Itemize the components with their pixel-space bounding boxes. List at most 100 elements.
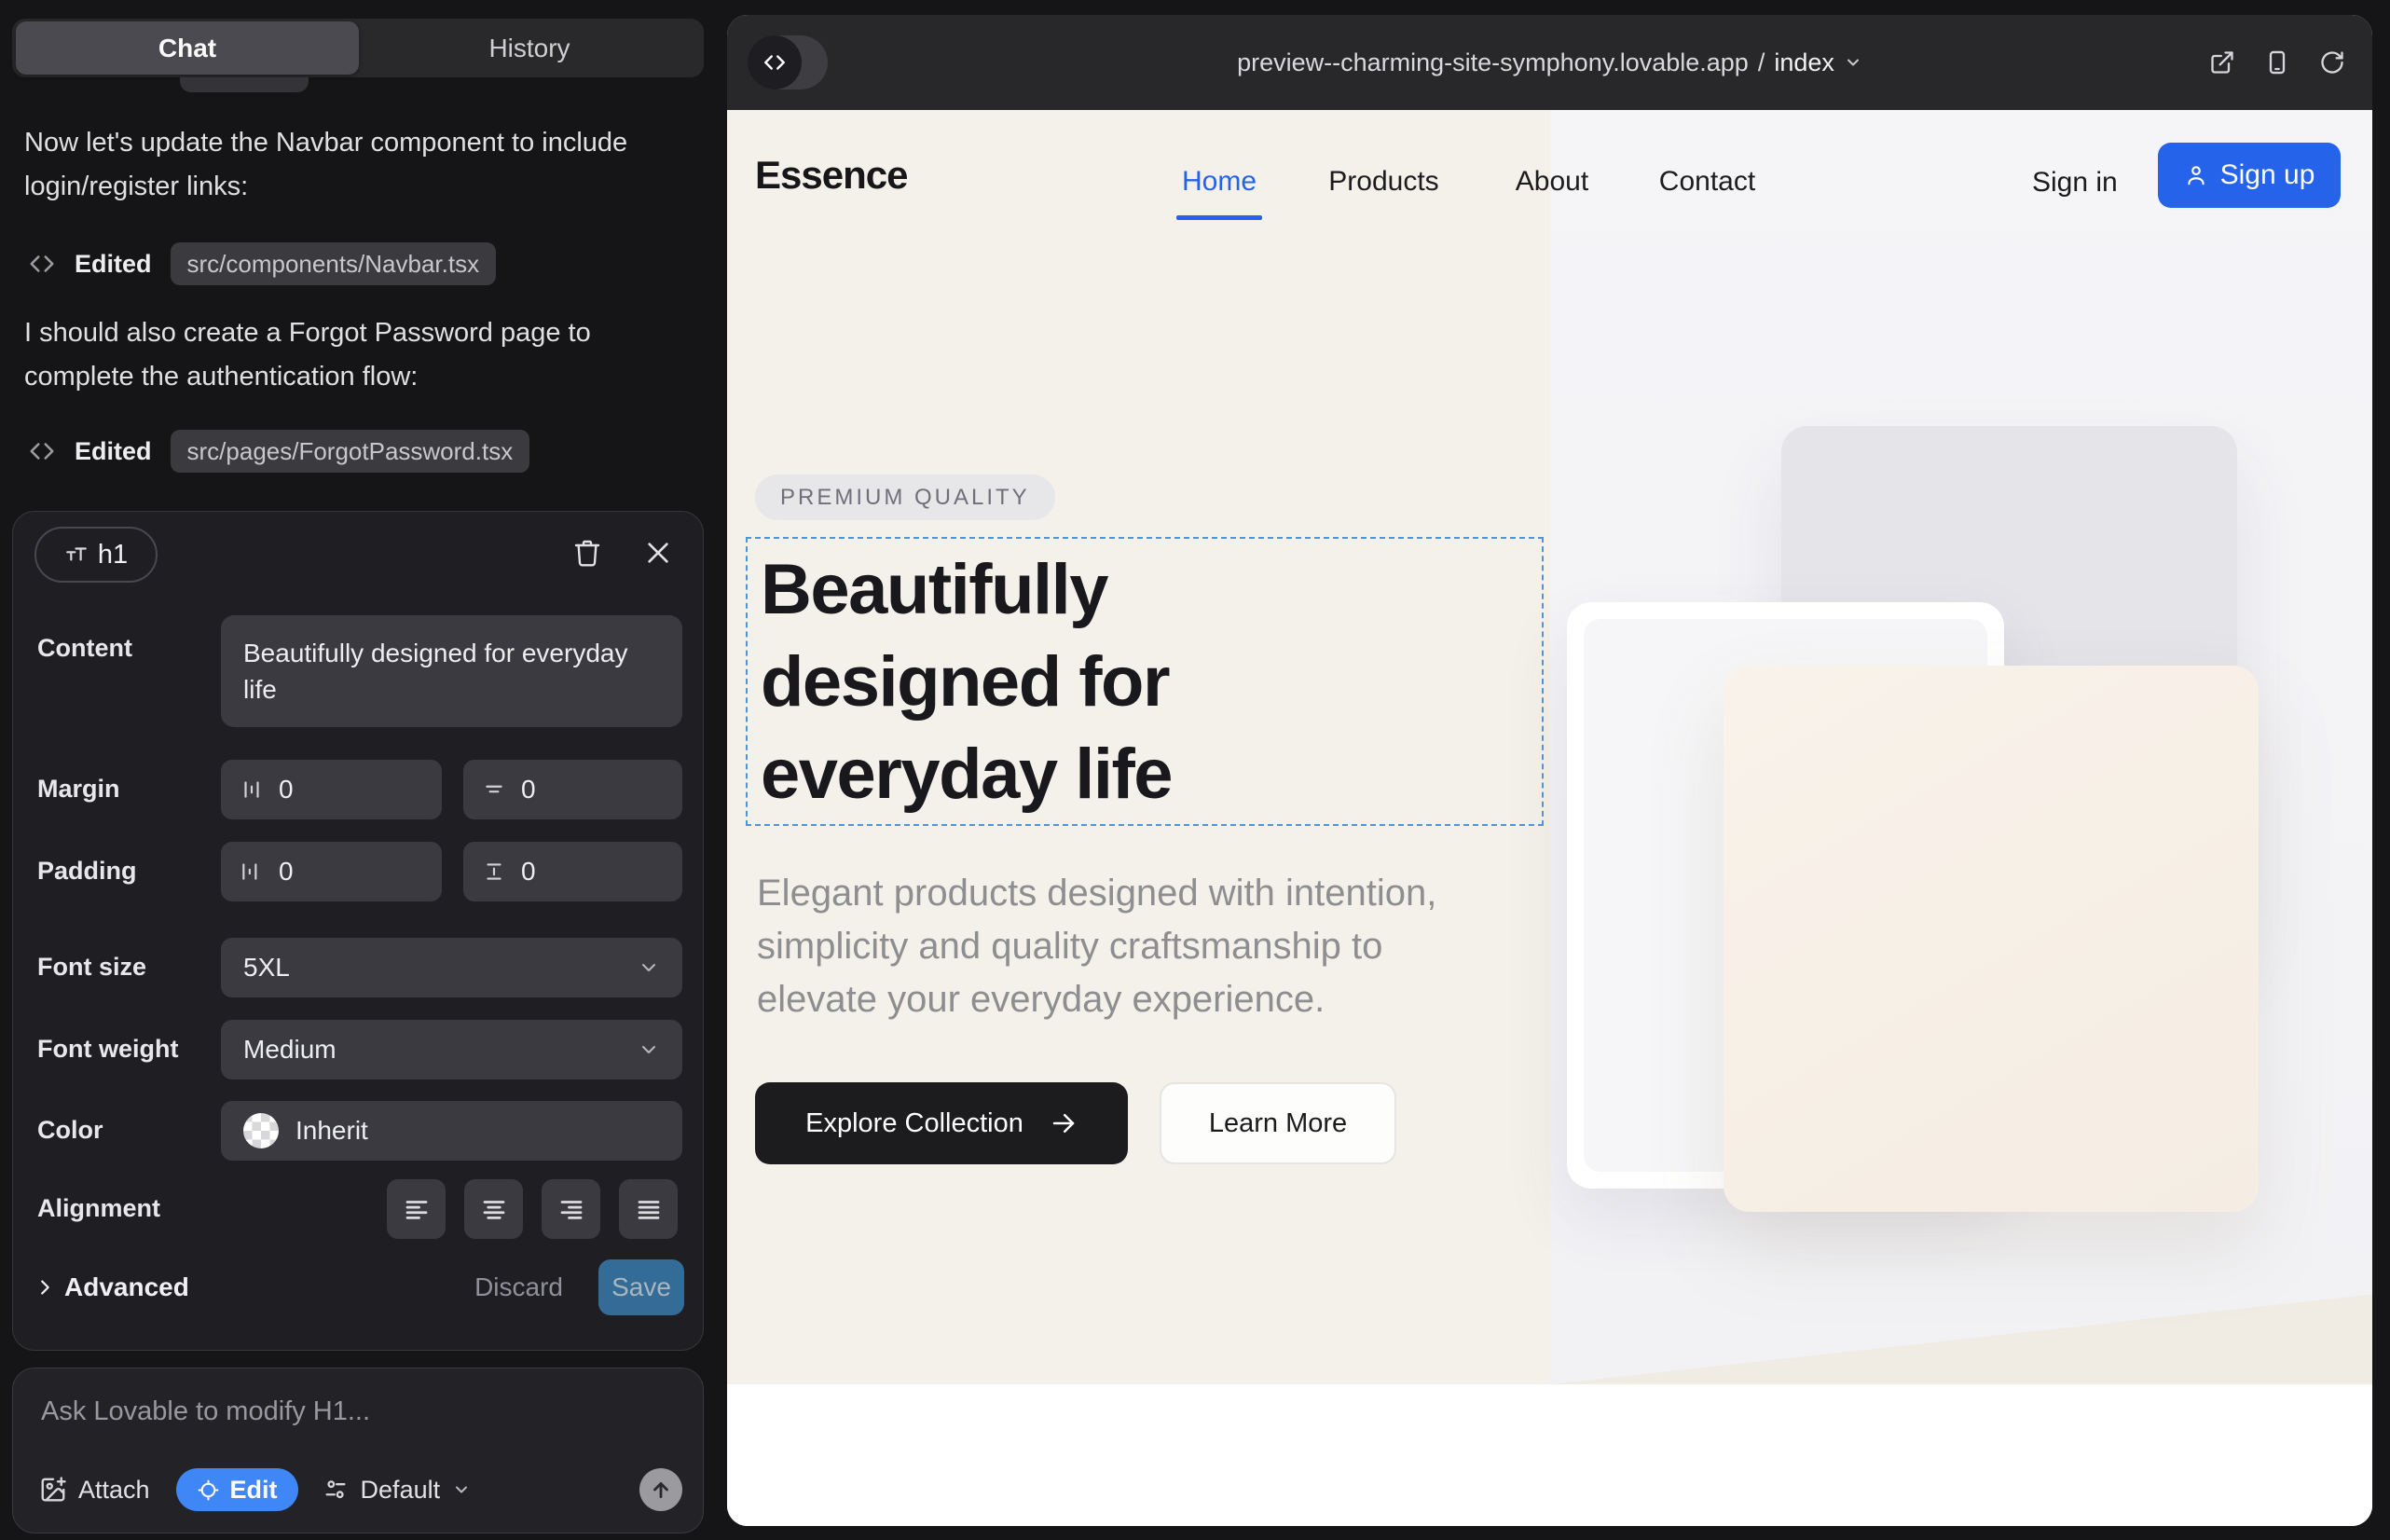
margin-vertical-icon (482, 777, 506, 802)
chrome-actions (2209, 15, 2345, 110)
margin-y-input[interactable]: 0 (463, 760, 682, 819)
mode-selector[interactable]: Default (323, 1476, 472, 1505)
edited-file-row[interactable]: Edited src/pages/ForgotPassword.tsx (28, 430, 529, 473)
element-editor-panel: h1 Content Beautifully designed for ever… (12, 511, 704, 1351)
nav-link-products[interactable]: Products (1322, 166, 1446, 198)
site-preview: Essence Home Products About Contact Sign… (727, 110, 2372, 1526)
attach-label: Attach (78, 1476, 150, 1505)
file-chip[interactable]: src/pages/ForgotPassword.tsx (171, 430, 530, 473)
preview-chrome: preview--charming-site-symphony.lovable.… (727, 15, 2372, 110)
padding-x-input[interactable]: 0 (221, 842, 442, 901)
attach-image-icon (39, 1476, 67, 1504)
chevron-down-icon (452, 1480, 471, 1499)
padding-y-value: 0 (521, 857, 536, 887)
composer-input[interactable] (41, 1396, 647, 1427)
target-icon (197, 1478, 220, 1502)
margin-label: Margin (37, 775, 120, 804)
nav-link-about[interactable]: About (1510, 166, 1594, 198)
alignment-buttons (387, 1179, 678, 1239)
nav-link-home[interactable]: Home (1176, 166, 1262, 198)
close-icon[interactable] (643, 538, 673, 568)
color-label: Color (37, 1116, 103, 1145)
font-weight-label: Font weight (37, 1035, 178, 1064)
margin-x-input[interactable]: 0 (221, 760, 442, 819)
hero-title[interactable]: Beautifully designed for everyday life (748, 539, 1542, 820)
alignment-label: Alignment (37, 1194, 160, 1223)
code-icon (28, 437, 56, 465)
decorative-card-cream (1724, 666, 2259, 1212)
sign-in-link[interactable]: Sign in (2032, 167, 2118, 199)
active-nav-underline (1176, 215, 1262, 220)
chevron-down-icon (638, 956, 660, 979)
mobile-view-icon[interactable] (2264, 49, 2290, 76)
advanced-toggle[interactable]: Advanced (34, 1272, 189, 1302)
hero-badge: PREMIUM QUALITY (755, 474, 1055, 520)
assistant-message: I should also create a Forgot Password p… (24, 311, 658, 399)
primary-cta-label: Explore Collection (805, 1108, 1023, 1139)
open-external-icon[interactable] (2209, 49, 2235, 76)
edit-mode-button[interactable]: Edit (176, 1468, 298, 1511)
color-value: Inherit (295, 1116, 368, 1146)
align-left-button[interactable] (387, 1179, 446, 1239)
tag-name: h1 (98, 540, 128, 571)
tab-history[interactable]: History (359, 19, 700, 77)
discard-button[interactable]: Discard (474, 1272, 563, 1302)
sliders-icon (323, 1477, 349, 1503)
align-center-button[interactable] (464, 1179, 523, 1239)
margin-horizontal-icon (240, 777, 264, 802)
nav-link-contact[interactable]: Contact (1650, 166, 1765, 198)
explore-collection-button[interactable]: Explore Collection (755, 1082, 1128, 1164)
chevron-right-icon (34, 1277, 55, 1298)
chevron-down-icon (1844, 53, 1862, 72)
edited-file-row[interactable]: Edited src/components/Navbar.tsx (28, 242, 496, 285)
tab-history-label: History (488, 34, 570, 63)
panel-footer: Advanced Discard Save (34, 1259, 684, 1315)
learn-more-button[interactable]: Learn More (1160, 1082, 1396, 1164)
selected-element-outline[interactable]: Beautifully designed for everyday life (746, 537, 1544, 826)
user-icon (2184, 163, 2208, 187)
content-label: Content (37, 634, 132, 663)
site-logo[interactable]: Essence (755, 153, 907, 198)
save-button[interactable]: Save (598, 1259, 684, 1315)
sidebar-tabs: Chat History (12, 19, 704, 77)
tab-chat[interactable]: Chat (16, 21, 359, 75)
edit-label: Edit (230, 1476, 278, 1505)
advanced-label: Advanced (64, 1272, 189, 1302)
margin-x-value: 0 (279, 775, 294, 804)
align-right-button[interactable] (542, 1179, 600, 1239)
delete-element-icon[interactable] (572, 538, 602, 568)
sign-up-button[interactable]: Sign up (2158, 143, 2341, 208)
color-select[interactable]: Inherit (221, 1101, 682, 1161)
sign-up-label: Sign up (2220, 159, 2315, 191)
font-size-label: Font size (37, 953, 146, 982)
chat-composer: Attach Edit Default (12, 1368, 704, 1533)
send-button[interactable] (639, 1468, 682, 1511)
chevron-down-icon (638, 1038, 660, 1061)
attach-button[interactable]: Attach (39, 1476, 150, 1505)
chat-sidebar: Chat History Now let's update the Navbar… (0, 0, 718, 1540)
mode-label: Default (361, 1476, 441, 1505)
assistant-message: Now let's update the Navbar component to… (24, 121, 658, 209)
color-swatch (243, 1113, 279, 1148)
next-section (727, 1384, 2372, 1526)
font-size-value: 5XL (243, 953, 290, 983)
padding-y-input[interactable]: 0 (463, 842, 682, 901)
composer-toolbar: Attach Edit Default (39, 1467, 682, 1512)
refresh-icon[interactable] (2319, 49, 2345, 76)
font-weight-value: Medium (243, 1035, 337, 1065)
font-size-select[interactable]: 5XL (221, 938, 682, 997)
url-page[interactable]: index (1774, 48, 1834, 77)
padding-x-value: 0 (279, 857, 294, 887)
code-icon (28, 250, 56, 278)
padding-vertical-icon (482, 859, 506, 884)
scrolled-message-peek (180, 77, 309, 92)
file-chip[interactable]: src/components/Navbar.tsx (171, 242, 497, 285)
edited-label: Edited (75, 437, 152, 466)
url-bar[interactable]: preview--charming-site-symphony.lovable.… (727, 15, 2372, 110)
content-textarea[interactable]: Beautifully designed for everyday life (221, 615, 682, 727)
edited-label: Edited (75, 250, 152, 279)
secondary-cta-label: Learn More (1209, 1108, 1347, 1139)
padding-horizontal-icon (240, 859, 264, 884)
font-weight-select[interactable]: Medium (221, 1020, 682, 1079)
align-justify-button[interactable] (619, 1179, 678, 1239)
